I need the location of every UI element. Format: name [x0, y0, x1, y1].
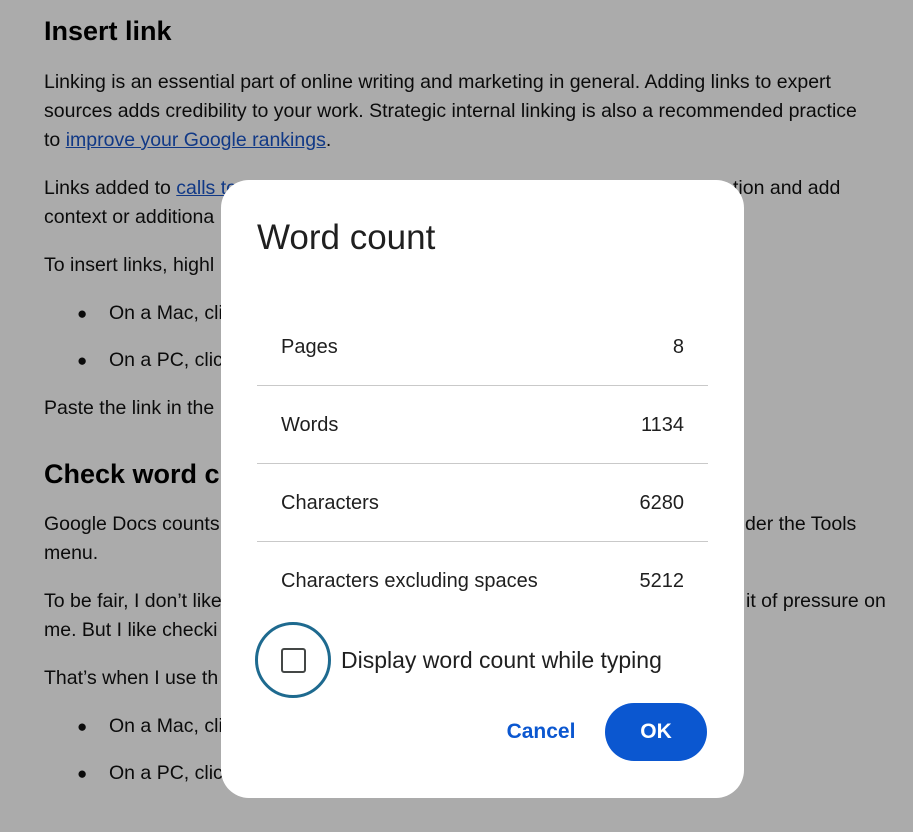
stat-row-words: Words 1134 [257, 386, 708, 464]
dialog-title: Word count [257, 218, 436, 257]
stat-value: 6280 [639, 492, 685, 514]
stat-row-characters: Characters 6280 [257, 464, 708, 542]
display-word-count-checkbox[interactable] [255, 622, 331, 698]
stat-label: Words [281, 414, 339, 436]
ok-button[interactable]: OK [605, 703, 707, 761]
cancel-button[interactable]: Cancel [487, 703, 595, 761]
stat-value: 5212 [639, 570, 685, 592]
stat-value: 8 [672, 336, 684, 358]
word-count-stats: Pages 8 Words 1134 Characters 6280 Chara… [257, 308, 708, 619]
word-count-dialog: Word count Pages 8 Words 1134 Characters… [221, 180, 744, 798]
stat-row-pages: Pages 8 [257, 308, 708, 386]
stat-row-characters-excluding-spaces: Characters excluding spaces 5212 [257, 542, 708, 619]
checkbox-square-icon [281, 648, 306, 673]
stat-value: 1134 [640, 414, 684, 436]
stat-label: Pages [281, 336, 338, 358]
stat-label: Characters excluding spaces [281, 570, 538, 592]
stat-label: Characters [281, 492, 379, 514]
display-word-count-label[interactable]: Display word count while typing [341, 645, 662, 675]
